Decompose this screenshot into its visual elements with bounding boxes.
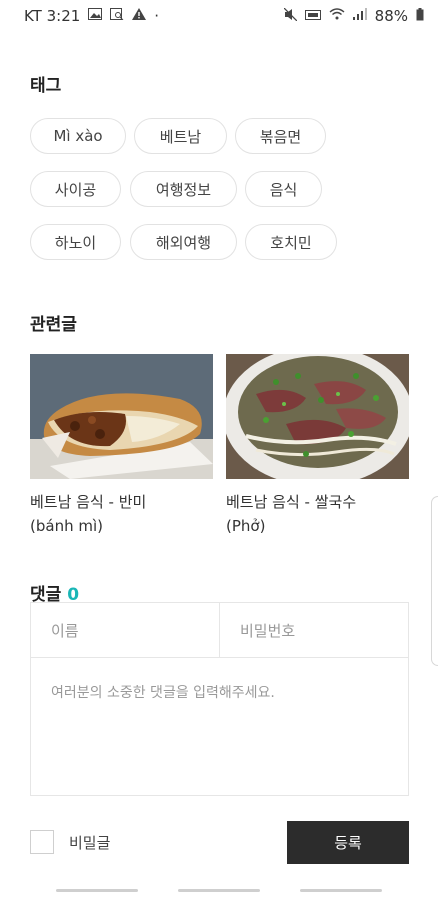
secret-checkbox[interactable] (30, 830, 54, 854)
name-field[interactable]: 이름 (31, 603, 220, 658)
tags-title: 태그 (30, 76, 62, 96)
tag-saigon[interactable]: 사이공 (30, 171, 121, 207)
status-right: 88% (283, 7, 424, 25)
image-search-icon (110, 8, 124, 24)
comment-form: 이름 비밀번호 여러분의 소중한 댓글을 입력해주세요. (30, 602, 409, 796)
pho-thumbnail[interactable] (226, 354, 409, 479)
gallery-icon (88, 8, 103, 24)
related-post-1-title: 베트남 음식 - 반미 (30, 493, 147, 511)
status-bar: KT 3:21 · 88% (0, 0, 438, 32)
related-post-1[interactable]: 베트남 음식 - 반미 (bánh mì) (30, 490, 213, 538)
status-dot: · (154, 7, 160, 25)
volte-icon (304, 9, 321, 24)
signal-icon (352, 8, 367, 24)
battery-icon (416, 7, 424, 25)
password-field[interactable]: 비밀번호 (220, 603, 408, 658)
secret-label: 비밀글 (69, 834, 111, 852)
navigation-bar (0, 884, 438, 900)
mute-icon (283, 7, 298, 25)
tag-mi-xao[interactable]: Mì xào (30, 118, 126, 154)
tag-food[interactable]: 음식 (245, 171, 322, 207)
scroll-handle[interactable] (431, 496, 438, 666)
nav-recent-apps[interactable] (56, 889, 138, 892)
tag-hanoi[interactable]: 하노이 (30, 224, 121, 260)
submit-button[interactable]: 등록 (287, 821, 409, 864)
tag-travel-info[interactable]: 여행정보 (130, 171, 237, 207)
tag-overseas-travel[interactable]: 해외여행 (130, 224, 237, 260)
related-post-1-subtitle: (bánh mì) (30, 517, 103, 535)
tag-vietnam[interactable]: 베트남 (134, 118, 227, 154)
related-post-2-title: 베트남 음식 - 쌀국수 (226, 493, 357, 511)
tag-fried-noodles[interactable]: 볶음면 (235, 118, 326, 154)
tag-hochiminh[interactable]: 호치민 (245, 224, 337, 260)
related-post-2[interactable]: 베트남 음식 - 쌀국수 (Phở) (226, 490, 409, 538)
wifi-icon (329, 8, 345, 24)
status-left: KT 3:21 · (24, 7, 159, 25)
warning-icon (132, 8, 147, 24)
related-post-2-subtitle: (Phở) (226, 517, 266, 535)
carrier-time: KT 3:21 (24, 7, 81, 25)
related-title: 관련글 (30, 315, 77, 335)
nav-back[interactable] (300, 889, 382, 892)
battery-percent: 88% (374, 7, 408, 25)
nav-home[interactable] (178, 889, 260, 892)
banh-mi-thumbnail[interactable] (30, 354, 213, 479)
comment-textarea[interactable]: 여러분의 소중한 댓글을 입력해주세요. (31, 658, 408, 795)
